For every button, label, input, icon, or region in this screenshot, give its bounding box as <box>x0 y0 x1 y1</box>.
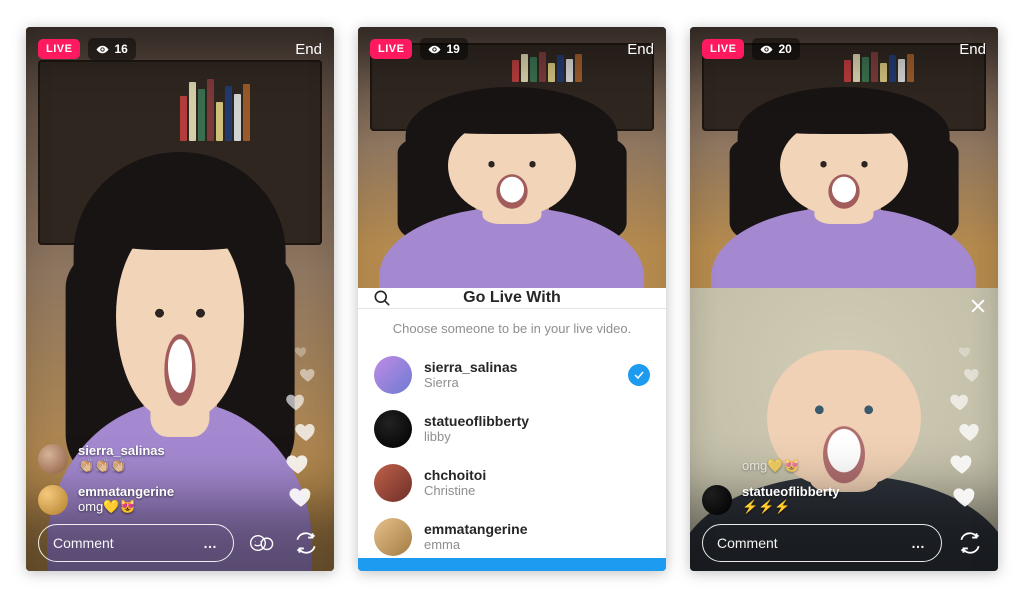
comment-input[interactable]: Comment … <box>702 524 942 562</box>
avatar <box>374 410 412 448</box>
comment-placeholder: Comment <box>53 535 114 551</box>
live-bottombar: Comment … <box>690 515 998 571</box>
more-options-icon[interactable]: … <box>911 535 927 551</box>
more-options-icon[interactable]: … <box>203 535 219 551</box>
user-displayname: emma <box>424 537 527 552</box>
live-badge: LIVE <box>38 39 80 59</box>
avatar <box>374 518 412 556</box>
user-username: statueoflibberty <box>424 414 529 429</box>
remove-guest-button[interactable] <box>968 296 988 321</box>
camera-switch-icon <box>293 530 319 556</box>
eye-icon <box>760 43 773 56</box>
sheet-title: Go Live With <box>358 289 666 307</box>
end-live-button[interactable]: End <box>295 41 322 58</box>
viewer-count-badge[interactable]: 19 <box>420 38 467 60</box>
live-comment[interactable]: statueoflibberty ⚡️⚡️⚡️ <box>702 484 918 515</box>
comment-username: sierra_salinas <box>78 443 165 458</box>
camera-switch-icon <box>957 530 983 556</box>
user-displayname: Christine <box>424 483 486 498</box>
comment-message: ⚡️⚡️⚡️ <box>742 499 840 515</box>
comment-username: statueoflibberty <box>742 484 840 499</box>
live-badge: LIVE <box>370 39 412 59</box>
live-comments: sierra_salinas 👏🏼👏🏼👏🏼 emmatangerine omg💛… <box>38 443 254 515</box>
go-live-with-sheet: Go Live With Choose someone to be in you… <box>358 288 666 571</box>
avatar <box>702 485 732 515</box>
phone-live-basic: LIVE 16 End sierra_salinas 👏🏼👏🏼👏🏼 emmata… <box>26 27 334 571</box>
switch-camera-button[interactable] <box>954 527 986 559</box>
viewer-count-badge[interactable]: 16 <box>88 38 135 60</box>
live-topbar: LIVE 20 End <box>690 27 998 71</box>
face-filters-button[interactable] <box>246 527 278 559</box>
live-bottombar: Comment … <box>26 515 334 571</box>
end-live-button[interactable]: End <box>627 41 654 58</box>
end-live-button[interactable]: End <box>959 41 986 58</box>
sheet-header: Go Live With <box>358 288 666 309</box>
avatar <box>374 464 412 502</box>
live-comment[interactable]: sierra_salinas 👏🏼👏🏼👏🏼 <box>38 443 254 474</box>
user-username: sierra_salinas <box>424 360 517 375</box>
comment-placeholder: Comment <box>717 535 778 551</box>
live-topbar: LIVE 19 End <box>358 27 666 71</box>
viewer-count-badge[interactable]: 20 <box>752 38 799 60</box>
eye-icon <box>428 43 441 56</box>
avatar <box>38 485 68 515</box>
user-row[interactable]: emmatangerine emma <box>358 510 666 558</box>
viewer-count: 19 <box>446 42 459 56</box>
viewer-count: 20 <box>778 42 791 56</box>
user-username: chchoitoi <box>424 468 486 483</box>
comment-message: omg💛😻 <box>78 499 174 515</box>
sheet-subtitle: Choose someone to be in your live video. <box>358 309 666 348</box>
smileys-icon <box>249 530 275 556</box>
eye-icon <box>96 43 109 56</box>
live-comment[interactable]: omg💛😻 <box>742 458 918 474</box>
user-row[interactable]: chchoitoi Christine <box>358 456 666 510</box>
user-displayname: Sierra <box>424 375 517 390</box>
viewer-count: 16 <box>114 42 127 56</box>
live-badge: LIVE <box>702 39 744 59</box>
user-username: emmatangerine <box>424 522 527 537</box>
user-list: sierra_salinas Sierra statueoflibberty l… <box>358 348 666 558</box>
live-comments: omg💛😻 statueoflibberty ⚡️⚡️⚡️ <box>702 458 918 515</box>
close-icon <box>968 296 988 316</box>
comment-message: omg💛😻 <box>742 458 800 474</box>
comment-username: emmatangerine <box>78 484 174 499</box>
search-icon[interactable] <box>372 288 392 308</box>
switch-camera-button[interactable] <box>290 527 322 559</box>
user-displayname: libby <box>424 429 529 444</box>
avatar <box>38 444 68 474</box>
phone-live-split: LIVE 20 End omg💛😻 statueoflibberty ⚡️⚡️⚡… <box>690 27 998 571</box>
user-row[interactable]: sierra_salinas Sierra <box>358 348 666 402</box>
live-topbar: LIVE 16 End <box>26 27 334 71</box>
phone-go-live-with: LIVE 19 End Go Live With Choose someone … <box>358 27 666 571</box>
live-comment[interactable]: emmatangerine omg💛😻 <box>38 484 254 515</box>
add-guest-button[interactable]: Add <box>358 558 666 571</box>
user-row[interactable]: statueoflibberty libby <box>358 402 666 456</box>
comment-message: 👏🏼👏🏼👏🏼 <box>78 458 165 474</box>
avatar <box>374 356 412 394</box>
selected-check-icon <box>628 364 650 386</box>
comment-input[interactable]: Comment … <box>38 524 234 562</box>
